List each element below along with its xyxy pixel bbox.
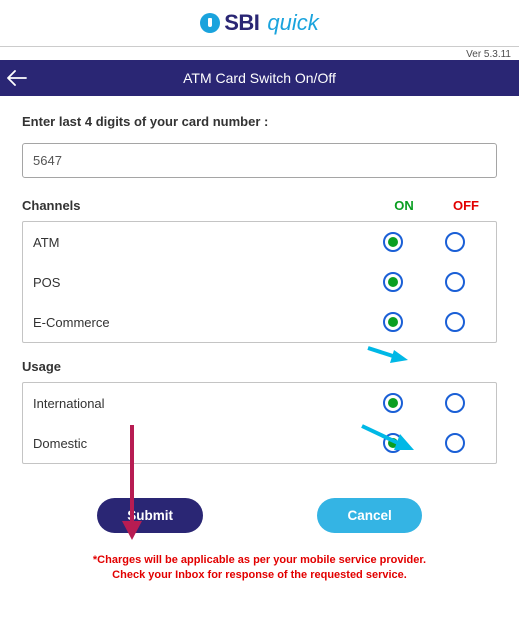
usage-columns-header: Usage bbox=[22, 359, 497, 374]
international-off-radio[interactable] bbox=[445, 393, 465, 413]
form-area: Enter last 4 digits of your card number … bbox=[0, 96, 519, 486]
cancel-button[interactable]: Cancel bbox=[317, 498, 421, 533]
card-input-label: Enter last 4 digits of your card number … bbox=[22, 114, 497, 129]
channel-row-pos: POS bbox=[23, 262, 496, 302]
disclaimer: *Charges will be applicable as per your … bbox=[0, 533, 519, 584]
card-last4-input[interactable] bbox=[22, 143, 497, 178]
usage-label: Domestic bbox=[33, 436, 362, 451]
channels-columns-header: Channels ON OFF bbox=[22, 198, 497, 213]
disclaimer-line1: *Charges will be applicable as per your … bbox=[30, 553, 489, 568]
page-title: ATM Card Switch On/Off bbox=[183, 70, 336, 86]
submit-button[interactable]: Submit bbox=[97, 498, 203, 533]
international-on-radio[interactable] bbox=[383, 393, 403, 413]
usage-row-international: International bbox=[23, 383, 496, 423]
back-arrow-icon[interactable] bbox=[6, 67, 28, 89]
ecommerce-on-radio[interactable] bbox=[383, 312, 403, 332]
button-row: Submit Cancel bbox=[0, 486, 519, 533]
pos-on-radio[interactable] bbox=[383, 272, 403, 292]
sbi-keyhole-icon bbox=[200, 13, 220, 33]
usage-label: International bbox=[33, 396, 362, 411]
version-label: Ver 5.3.11 bbox=[0, 47, 519, 60]
channel-label: ATM bbox=[33, 235, 362, 250]
channel-row-ecommerce: E-Commerce bbox=[23, 302, 496, 342]
on-column-header: ON bbox=[373, 198, 435, 213]
atm-on-radio[interactable] bbox=[383, 232, 403, 252]
ecommerce-off-radio[interactable] bbox=[445, 312, 465, 332]
channels-heading: Channels bbox=[22, 198, 373, 213]
channel-label: E-Commerce bbox=[33, 315, 362, 330]
logo-brand: SBI bbox=[224, 10, 259, 36]
channel-label: POS bbox=[33, 275, 362, 290]
disclaimer-line2: Check your Inbox for response of the req… bbox=[30, 568, 489, 583]
usage-list: International Domestic bbox=[22, 382, 497, 464]
channel-row-atm: ATM bbox=[23, 222, 496, 262]
domestic-on-radio[interactable] bbox=[383, 433, 403, 453]
usage-row-domestic: Domestic bbox=[23, 423, 496, 463]
atm-off-radio[interactable] bbox=[445, 232, 465, 252]
domestic-off-radio[interactable] bbox=[445, 433, 465, 453]
off-column-header: OFF bbox=[435, 198, 497, 213]
titlebar: ATM Card Switch On/Off bbox=[0, 60, 519, 96]
channels-list: ATM POS E-Commerce bbox=[22, 221, 497, 343]
pos-off-radio[interactable] bbox=[445, 272, 465, 292]
usage-heading: Usage bbox=[22, 359, 373, 374]
logo-sub: quick bbox=[267, 10, 318, 36]
app-logo: SBI quick bbox=[0, 0, 519, 44]
